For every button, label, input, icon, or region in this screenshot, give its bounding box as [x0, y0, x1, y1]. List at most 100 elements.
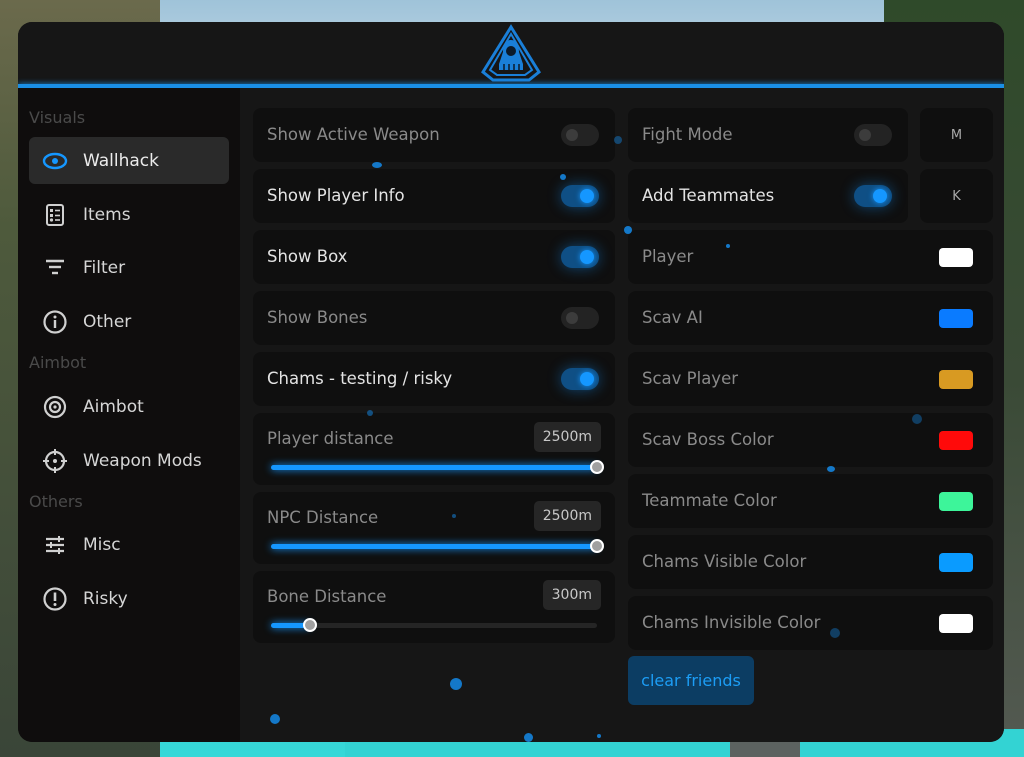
- clear-friends-button[interactable]: clear friends: [628, 656, 754, 705]
- particle-decoration: [912, 414, 922, 424]
- color-row-scav-ai: Scav AI: [628, 291, 993, 345]
- player-distance-slider[interactable]: [271, 460, 604, 474]
- show-box-toggle[interactable]: [561, 246, 599, 268]
- toggle-label: Show Bones: [267, 308, 368, 327]
- particle-decoration: [450, 678, 462, 690]
- slider-fill: [271, 544, 597, 549]
- chams-toggle[interactable]: [561, 368, 599, 390]
- particle-decoration: [827, 466, 835, 472]
- sidebar-item-wallhack[interactable]: Wallhack: [29, 137, 229, 184]
- sidebar-item-label: Wallhack: [83, 150, 159, 171]
- section-title-others: Others: [29, 492, 83, 511]
- toggle-label: Chams - testing / risky: [267, 369, 453, 388]
- menu-window: Visuals Wallhack Items Filter Other Aimb…: [18, 22, 1004, 742]
- toggle-row-add-teammates: Add Teammates: [628, 169, 908, 223]
- toggle-row-fight-mode: Fight Mode: [628, 108, 908, 162]
- slider-row-bone-distance: Bone Distance 300m: [253, 571, 615, 643]
- color-label: Player: [642, 247, 694, 266]
- sidebar-item-misc[interactable]: Misc: [29, 521, 229, 568]
- fight-mode-toggle[interactable]: [854, 124, 892, 146]
- particle-decoration: [560, 174, 566, 180]
- color-label: Scav AI: [642, 308, 703, 327]
- color-row-scav-player: Scav Player: [628, 352, 993, 406]
- sidebar-item-label: Aimbot: [83, 396, 144, 417]
- toggle-label: Show Box: [267, 247, 348, 266]
- bone-distance-slider[interactable]: [271, 618, 597, 632]
- color-label: Scav Player: [642, 369, 739, 388]
- add-teammates-keybind[interactable]: K: [920, 169, 993, 223]
- sidebar-item-other[interactable]: Other: [29, 298, 229, 345]
- player-color-swatch[interactable]: [939, 248, 973, 267]
- sidebar-item-label: Other: [83, 311, 132, 332]
- sidebar-item-label: Risky: [83, 588, 128, 609]
- slider-fill: [271, 465, 597, 470]
- alert-icon: [42, 586, 68, 612]
- sidebar-item-aimbot[interactable]: Aimbot: [29, 383, 229, 430]
- particle-decoration: [270, 714, 280, 724]
- npc-distance-slider[interactable]: [271, 539, 604, 553]
- toggle-row-show-active-weapon: Show Active Weapon: [253, 108, 615, 162]
- slider-thumb[interactable]: [590, 539, 604, 553]
- particle-decoration: [367, 410, 373, 416]
- particle-decoration: [726, 244, 730, 248]
- color-label: Teammate Color: [642, 491, 777, 510]
- color-label: Scav Boss Color: [642, 430, 774, 449]
- hooded-figure-shield-logo: [481, 24, 541, 82]
- target-icon: [42, 394, 68, 420]
- toggle-label: Add Teammates: [642, 186, 775, 205]
- checklist-icon: [42, 202, 68, 228]
- filter-icon: [42, 255, 68, 281]
- particle-decoration: [597, 734, 601, 738]
- scav-ai-color-swatch[interactable]: [939, 309, 973, 328]
- section-title-visuals: Visuals: [29, 108, 86, 127]
- color-row-scav-boss: Scav Boss Color: [628, 413, 993, 467]
- toggle-row-show-bones: Show Bones: [253, 291, 615, 345]
- slider-row-npc-distance: NPC Distance 2500m: [253, 492, 615, 564]
- slider-label: Player distance: [267, 429, 394, 448]
- show-bones-toggle[interactable]: [561, 307, 599, 329]
- toggle-row-show-box: Show Box: [253, 230, 615, 284]
- color-row-player: Player: [628, 230, 993, 284]
- sidebar-item-filter[interactable]: Filter: [29, 244, 229, 291]
- scav-boss-color-swatch[interactable]: [939, 431, 973, 450]
- particle-decoration: [830, 628, 840, 638]
- show-player-info-toggle[interactable]: [561, 185, 599, 207]
- slider-thumb[interactable]: [303, 618, 318, 632]
- particle-decoration: [372, 162, 382, 168]
- slider-value-badge: 2500m: [533, 422, 601, 452]
- section-title-aimbot: Aimbot: [29, 353, 87, 372]
- sidebar-item-items[interactable]: Items: [29, 191, 229, 238]
- color-row-chams-invisible: Chams Invisible Color: [628, 596, 993, 650]
- fight-mode-keybind[interactable]: M: [920, 108, 993, 162]
- header: [18, 22, 1004, 84]
- particle-decoration: [624, 226, 632, 234]
- color-row-teammate: Teammate Color: [628, 474, 993, 528]
- sidebar: Visuals Wallhack Items Filter Other Aimb…: [18, 88, 240, 742]
- show-active-weapon-toggle[interactable]: [561, 124, 599, 146]
- info-icon: [42, 309, 68, 335]
- particle-decoration: [452, 514, 456, 518]
- sidebar-item-label: Items: [83, 204, 131, 225]
- crosshair-icon: [42, 448, 68, 474]
- sidebar-item-risky[interactable]: Risky: [29, 575, 229, 622]
- slider-value-badge: 300m: [542, 580, 601, 610]
- slider-label: NPC Distance: [267, 508, 379, 527]
- toggle-label: Fight Mode: [642, 125, 733, 144]
- slider-thumb[interactable]: [590, 460, 604, 474]
- particle-decoration: [524, 733, 533, 742]
- sidebar-item-weapon-mods[interactable]: Weapon Mods: [29, 437, 229, 484]
- color-row-chams-visible: Chams Visible Color: [628, 535, 993, 589]
- add-teammates-toggle[interactable]: [854, 185, 892, 207]
- sidebar-item-label: Weapon Mods: [83, 450, 202, 471]
- slider-row-player-distance: Player distance 2500m: [253, 413, 615, 485]
- toggle-label: Show Active Weapon: [267, 125, 440, 144]
- chams-visible-color-swatch[interactable]: [939, 553, 973, 572]
- sidebar-item-label: Filter: [83, 257, 126, 278]
- chams-invisible-color-swatch[interactable]: [939, 614, 973, 633]
- eye-icon: [42, 148, 68, 174]
- slider-value-badge: 2500m: [533, 501, 601, 531]
- scav-player-color-swatch[interactable]: [939, 370, 973, 389]
- main-panel: Show Active Weapon Show Player Info Show…: [240, 88, 1004, 742]
- particle-decoration: [614, 136, 622, 144]
- teammate-color-swatch[interactable]: [939, 492, 973, 511]
